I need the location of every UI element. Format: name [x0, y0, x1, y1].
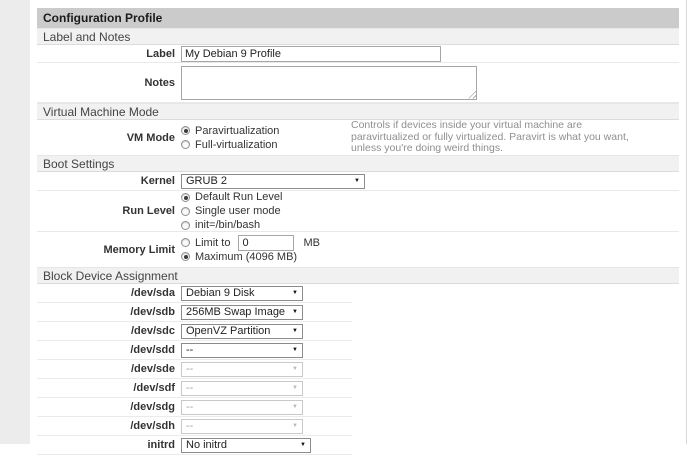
device-select-sdg-value: -- — [186, 401, 193, 413]
radio-default-run-level[interactable] — [181, 193, 190, 202]
kernel-label: Kernel — [37, 175, 175, 187]
block-device-row-sdc: /dev/sdc OpenVZ Partition ▼ — [37, 322, 352, 341]
device-label-sdc: /dev/sdc — [37, 325, 175, 337]
radio-memory-maximum[interactable] — [181, 252, 190, 261]
device-select-sdg[interactable]: -- ▼ — [181, 400, 303, 415]
block-device-row-sdd: /dev/sdd -- ▼ — [37, 341, 352, 360]
device-select-sdd-value: -- — [186, 344, 193, 356]
block-device-row-sdb: /dev/sdb 256MB Swap Image ▼ — [37, 303, 352, 322]
device-select-sda[interactable]: Debian 9 Disk ▼ — [181, 286, 303, 301]
chevron-down-icon: ▼ — [292, 385, 298, 391]
radio-memory-limit-to-label: Limit to — [195, 237, 230, 249]
kernel-select-value: GRUB 2 — [186, 175, 227, 187]
vm-mode-help-text: Controls if devices inside your virtual … — [351, 120, 653, 155]
device-select-sdb-value: 256MB Swap Image — [186, 306, 285, 318]
block-device-row-sda: /dev/sda Debian 9 Disk ▼ — [37, 284, 352, 303]
vm-mode-label: VM Mode — [37, 132, 175, 144]
kernel-select[interactable]: GRUB 2 ▼ — [181, 174, 365, 189]
device-select-sdf-value: -- — [186, 382, 193, 394]
device-label-initrd: initrd — [37, 439, 175, 451]
section-header-label-and-notes: Label and Notes — [37, 28, 679, 45]
block-device-row-sdh: /dev/sdh -- ▼ — [37, 417, 352, 436]
device-select-sde[interactable]: -- ▼ — [181, 362, 303, 377]
notes-row: Notes — [37, 63, 679, 103]
configuration-profile-panel: Configuration Profile Label and Notes La… — [30, 0, 687, 444]
label-row: Label — [37, 45, 679, 63]
kernel-row: Kernel GRUB 2 ▼ — [37, 172, 679, 191]
radio-full-virtualization[interactable] — [181, 140, 190, 149]
block-device-row-initrd: initrd No initrd ▼ — [37, 436, 352, 455]
label-field-label: Label — [37, 48, 175, 60]
vm-mode-row: VM Mode Paravirtualization Full-virtuali… — [37, 120, 679, 155]
device-label-sdf: /dev/sdf — [37, 382, 175, 394]
device-select-sdf[interactable]: -- ▼ — [181, 381, 303, 396]
device-select-sdc[interactable]: OpenVZ Partition ▼ — [181, 324, 303, 339]
radio-paravirtualization-label: Paravirtualization — [195, 125, 279, 137]
radio-paravirtualization[interactable] — [181, 126, 190, 135]
device-select-sda-value: Debian 9 Disk — [186, 287, 254, 299]
chevron-down-icon: ▼ — [292, 366, 298, 372]
radio-init-bin-bash-label: init=/bin/bash — [195, 219, 260, 231]
chevron-down-icon: ▼ — [292, 309, 298, 315]
memory-limit-label: Memory Limit — [37, 244, 175, 256]
chevron-down-icon: ▼ — [292, 347, 298, 353]
device-select-sdb[interactable]: 256MB Swap Image ▼ — [181, 305, 303, 320]
device-select-initrd-value: No initrd — [186, 439, 227, 451]
notes-field-label: Notes — [37, 77, 175, 89]
label-input[interactable] — [181, 46, 441, 62]
radio-init-bin-bash[interactable] — [181, 221, 190, 230]
block-device-row-sdf: /dev/sdf -- ▼ — [37, 379, 352, 398]
memory-limit-row: Memory Limit Limit to MB Maximum (4096 M… — [37, 232, 679, 267]
device-label-sde: /dev/sde — [37, 363, 175, 375]
device-select-sdh-value: -- — [186, 420, 193, 432]
block-device-row-sde: /dev/sde -- ▼ — [37, 360, 352, 379]
notes-textarea[interactable] — [181, 66, 477, 100]
device-label-sdg: /dev/sdg — [37, 401, 175, 413]
block-device-row-sdg: /dev/sdg -- ▼ — [37, 398, 352, 417]
radio-single-user-mode[interactable] — [181, 207, 190, 216]
radio-default-run-level-label: Default Run Level — [195, 191, 282, 203]
device-label-sda: /dev/sda — [37, 287, 175, 299]
chevron-down-icon: ▼ — [354, 178, 360, 184]
section-header-vm-mode: Virtual Machine Mode — [37, 103, 679, 120]
device-label-sdd: /dev/sdd — [37, 344, 175, 356]
device-select-sdd[interactable]: -- ▼ — [181, 343, 303, 358]
chevron-down-icon: ▼ — [292, 423, 298, 429]
radio-single-user-mode-label: Single user mode — [195, 205, 281, 217]
device-label-sdb: /dev/sdb — [37, 306, 175, 318]
page-left-gutter — [0, 0, 30, 444]
chevron-down-icon: ▼ — [292, 328, 298, 334]
run-level-row: Run Level Default Run Level Single user … — [37, 191, 679, 232]
section-header-boot-settings: Boot Settings — [37, 155, 679, 172]
device-select-initrd[interactable]: No initrd ▼ — [181, 438, 311, 453]
section-header-block-devices: Block Device Assignment — [37, 267, 679, 284]
block-device-table: /dev/sda Debian 9 Disk ▼ /dev/sdb 256MB … — [37, 284, 352, 455]
memory-limit-unit: MB — [303, 237, 320, 249]
memory-limit-input[interactable] — [238, 235, 294, 251]
radio-full-virtualization-label: Full-virtualization — [195, 139, 278, 151]
device-select-sdh[interactable]: -- ▼ — [181, 419, 303, 434]
run-level-label: Run Level — [37, 205, 175, 217]
device-select-sde-value: -- — [186, 363, 193, 375]
radio-memory-maximum-label: Maximum (4096 MB) — [195, 251, 297, 263]
chevron-down-icon: ▼ — [292, 404, 298, 410]
chevron-down-icon: ▼ — [292, 290, 298, 296]
page-title: Configuration Profile — [37, 8, 679, 28]
device-select-sdc-value: OpenVZ Partition — [186, 325, 270, 337]
radio-memory-limit-to[interactable] — [181, 238, 190, 247]
device-label-sdh: /dev/sdh — [37, 420, 175, 432]
chevron-down-icon: ▼ — [300, 442, 306, 448]
